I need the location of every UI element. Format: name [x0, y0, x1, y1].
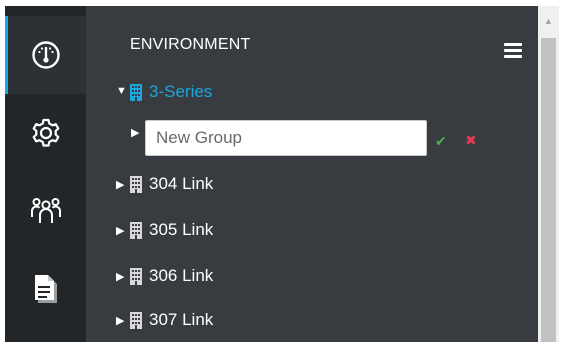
tree-node-label: 3-Series [149, 82, 213, 101]
tree-node-3-series[interactable]: ▼ 3-Series [116, 78, 212, 106]
environment-panel: ENVIRONMENT ▼ 3-Series ▶ ✔ ✖ ▶ [86, 6, 538, 342]
tree-node-306-link[interactable]: ▶ 306 Link [116, 262, 213, 290]
tree-node-307-link[interactable]: ▶ 307 Link [116, 306, 213, 334]
hamburger-menu-icon[interactable] [504, 43, 522, 59]
caret-right-icon[interactable]: ▶ [116, 270, 130, 283]
tree-node-label: 305 Link [149, 220, 214, 239]
documents-icon [34, 275, 57, 303]
new-group-input[interactable] [145, 120, 427, 156]
caret-right-icon[interactable]: ▶ [116, 178, 130, 191]
building-icon [130, 221, 142, 239]
building-icon [130, 267, 142, 285]
caret-down-icon[interactable]: ▼ [116, 85, 130, 97]
vertical-scrollbar[interactable]: ▲ [538, 6, 559, 342]
tree-node-label: 306 Link [149, 266, 214, 285]
sidebar-item-users[interactable] [5, 172, 86, 250]
close-x-icon[interactable]: ✖ [465, 133, 477, 147]
users-group-icon [30, 198, 61, 223]
sidebar-rail [5, 6, 86, 342]
dashboard-gauge-icon [31, 41, 60, 69]
caret-right-icon[interactable]: ▶ [116, 224, 130, 237]
tree-node-label: 307 Link [149, 310, 214, 329]
sidebar-item-documents[interactable] [5, 250, 86, 328]
tree-node-305-link[interactable]: ▶ 305 Link [116, 216, 213, 244]
scroll-thumb[interactable] [541, 38, 556, 342]
checkmark-icon[interactable]: ✔ [435, 134, 447, 148]
building-icon [130, 311, 142, 329]
tree-node-304-link[interactable]: ▶ 304 Link [116, 170, 213, 198]
scroll-up-arrow-icon[interactable]: ▲ [538, 6, 559, 36]
caret-right-icon[interactable]: ▶ [131, 126, 145, 139]
building-icon [130, 175, 142, 193]
caret-right-icon[interactable]: ▶ [116, 314, 130, 327]
sidebar-item-settings[interactable] [5, 94, 86, 172]
tree-node-label: 304 Link [149, 174, 214, 193]
gear-icon [32, 118, 59, 147]
sidebar-item-dashboard[interactable] [5, 16, 86, 94]
panel-title: ENVIRONMENT [130, 36, 251, 53]
building-icon [130, 83, 142, 101]
